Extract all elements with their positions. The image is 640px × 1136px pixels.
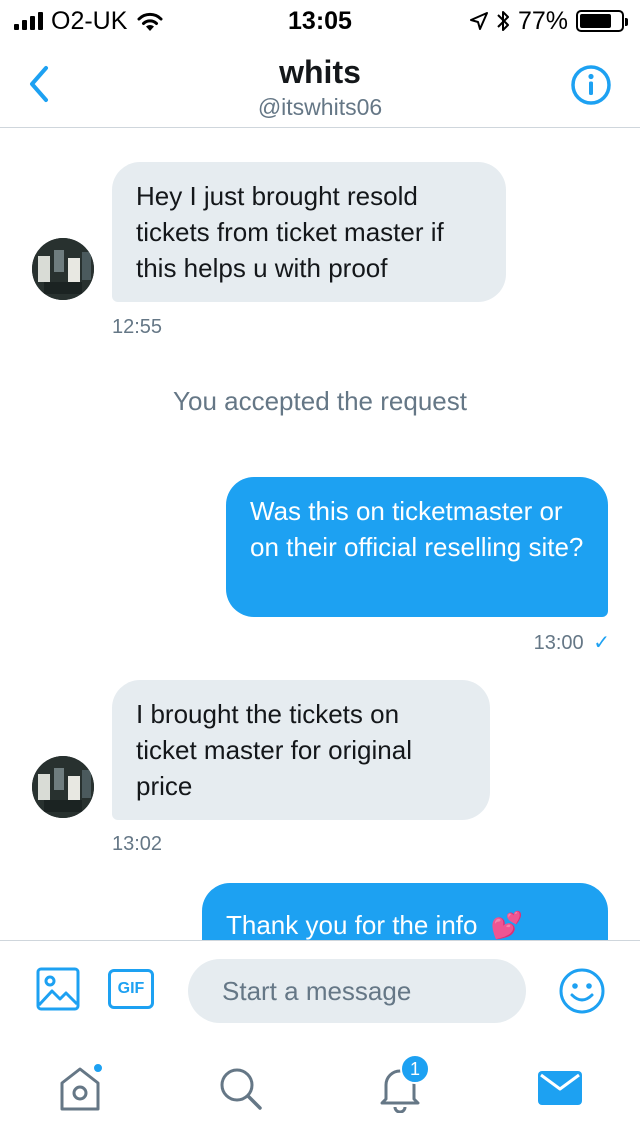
request-accepted-note: You accepted the request [173,386,467,416]
message-composer: GIF [0,940,640,1040]
message-timestamp: 13:02 [112,833,163,855]
battery-icon [576,10,628,32]
tab-home[interactable] [52,1060,108,1116]
message-bubble-outgoing[interactable]: Was this on ticketmaster or on their off… [226,477,608,617]
new-content-dot [92,1062,104,1074]
avatar-photo [32,238,94,300]
emoji-icon [559,968,605,1014]
info-button[interactable] [570,64,612,106]
tab-search[interactable] [212,1060,268,1116]
notification-badge: 1 [400,1054,430,1084]
avatar[interactable] [32,756,94,818]
status-bar: O2-UK 13:05 77% [0,0,640,40]
gif-icon: GIF [117,980,145,997]
battery-percent: 77% [517,6,568,35]
info-icon [571,65,611,105]
avatar[interactable] [32,238,94,300]
message-text: I brought the tickets on ticket master f… [136,699,412,801]
sent-check-icon: ✓ [593,632,610,654]
message-bubble-incoming[interactable]: I brought the tickets on ticket master f… [112,680,490,820]
emoji-button[interactable] [558,967,606,1015]
message-text: Was this on ticketmaster or on their off… [250,496,584,562]
tab-bar: 1 [0,1040,640,1136]
conversation-title[interactable]: whits [0,54,640,91]
tab-notifications[interactable]: 1 [372,1054,430,1116]
two-hearts-emoji: 💕 [490,910,524,940]
gif-button[interactable]: GIF [108,969,154,1009]
add-photo-button[interactable] [36,967,80,1011]
conversation-header: whits @itswhits06 [0,40,640,128]
message-timestamp: 12:55 [112,316,163,338]
bluetooth-icon [497,11,509,31]
message-input[interactable] [188,959,526,1023]
avatar-photo [32,756,94,818]
mail-icon [538,1071,582,1105]
message-text: Hey I just brought resold tickets from t… [136,181,444,283]
location-icon [469,12,488,30]
battery-fill [580,14,611,28]
message-bubble-incoming[interactable]: Hey I just brought resold tickets from t… [112,162,506,302]
tab-messages[interactable] [532,1060,588,1116]
conversation-handle: @itswhits06 [257,94,383,120]
message-text: Thank you for the info [226,910,478,940]
message-timestamp: 13:00 ✓ [533,632,610,654]
image-icon [36,967,80,1011]
search-icon [220,1068,262,1110]
